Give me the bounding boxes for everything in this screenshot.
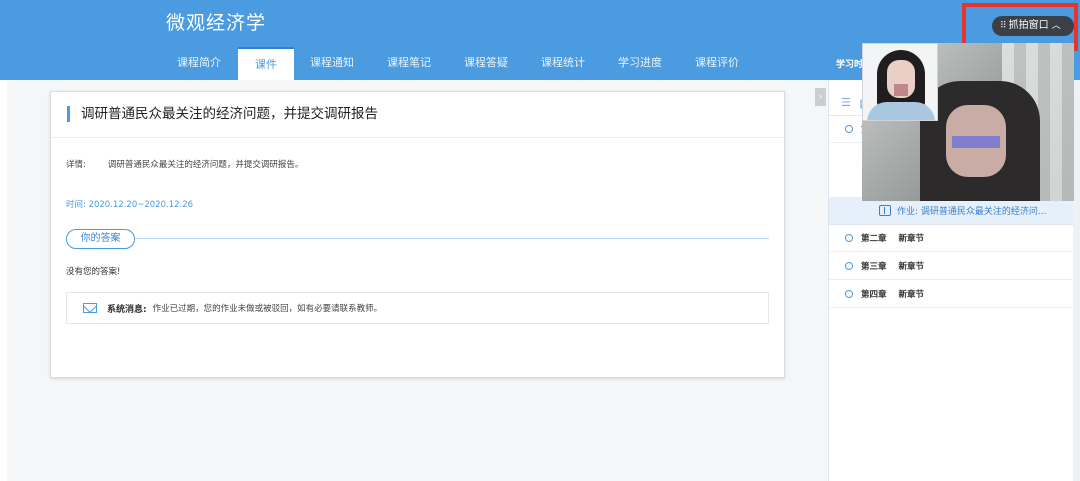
nav-tab-courseware[interactable]: 课件: [238, 47, 294, 80]
capture-video-window[interactable]: [862, 43, 1074, 201]
sidebar-chapter-4[interactable]: 第四章 新章节: [829, 281, 1080, 308]
system-message: 系统消息: 作业已过期，您的作业未做或被驳回，如有必要请联系教师。: [66, 292, 769, 324]
system-message-text: 作业已过期，您的作业未做或被驳回，如有必要请联系教师。: [152, 304, 383, 314]
detail-label: 详情:: [66, 160, 86, 170]
assignment-time: 时间: 2020.12.20~2020.12.26: [66, 200, 194, 210]
answer-divider: [135, 238, 769, 239]
grip-dots-icon: ⠿: [1000, 21, 1007, 31]
circle-icon: [845, 290, 853, 298]
video-glasses: [952, 136, 1000, 148]
capture-window-label: 抓拍窗口: [1008, 20, 1049, 31]
capture-window-button[interactable]: ⠿ 抓拍窗口 ︿: [992, 16, 1074, 36]
thumb-shoulder: [867, 102, 935, 120]
profile-photo-thumbnail: [862, 43, 938, 121]
nav-tab-notes[interactable]: 课程笔记: [370, 47, 448, 80]
nav-tab-progress[interactable]: 学习进度: [602, 47, 678, 80]
circle-icon: [845, 125, 853, 133]
study-time-label: 学习时: [836, 60, 864, 70]
sidebar-homework-item[interactable]: 作业: 调研普通民众最关注的经济问...: [829, 197, 1080, 225]
system-message-label: 系统消息:: [107, 304, 147, 315]
sidebar-chapter-3[interactable]: 第三章 新章节: [829, 253, 1080, 280]
your-answer-label: 你的答案: [66, 229, 135, 249]
chapter-label: 第三章: [861, 262, 887, 272]
left-strip: [0, 80, 7, 481]
detail-text: 调研普通民众最关注的经济问题，并提交调研报告。: [107, 160, 304, 170]
nav-tab-stats[interactable]: 课程统计: [524, 47, 602, 80]
assignment-card: 调研普通民众最关注的经济问题，并提交调研报告 详情: 调研普通民众最关注的经济问…: [50, 91, 785, 378]
circle-icon: [845, 262, 853, 270]
sidebar-chapter-2[interactable]: 第二章 新章节: [829, 225, 1080, 252]
nav-tab-qa[interactable]: 课程答疑: [448, 47, 524, 80]
chevron-up-icon: ︿: [1051, 21, 1061, 31]
sidebar-scrollbar[interactable]: [1073, 80, 1080, 481]
no-answer-text: 没有您的答案!: [66, 267, 121, 277]
list-icon: ☰: [841, 96, 851, 109]
assignment-title: 调研普通民众最关注的经济问题，并提交调研报告: [67, 106, 378, 122]
course-nav: 课程简介 课件 课程通知 课程笔记 课程答疑 课程统计 学习进度 课程评价: [160, 47, 756, 80]
detail-row: 详情: 调研普通民众最关注的经济问题，并提交调研报告。: [66, 158, 303, 170]
card-divider: [51, 137, 784, 138]
sidebar-collapse-toggle[interactable]: ›: [815, 88, 826, 106]
section-label: 新章节: [898, 262, 925, 272]
book-icon: [879, 205, 891, 216]
section-label: 新章节: [898, 234, 925, 244]
circle-icon: [845, 234, 853, 242]
chapter-label: 第二章: [861, 234, 887, 244]
nav-tab-intro[interactable]: 课程简介: [160, 47, 238, 80]
section-label: 新章节: [898, 290, 925, 300]
nav-tab-notices[interactable]: 课程通知: [294, 47, 370, 80]
nav-tab-evaluation[interactable]: 课程评价: [678, 47, 756, 80]
thumb-mouth: [894, 84, 908, 96]
course-title: 微观经济学: [166, 12, 267, 34]
mail-icon: [83, 303, 97, 313]
chapter-label: 第四章: [861, 290, 887, 300]
homework-item-label: 作业: 调研普通民众最关注的经济问...: [897, 207, 1047, 217]
